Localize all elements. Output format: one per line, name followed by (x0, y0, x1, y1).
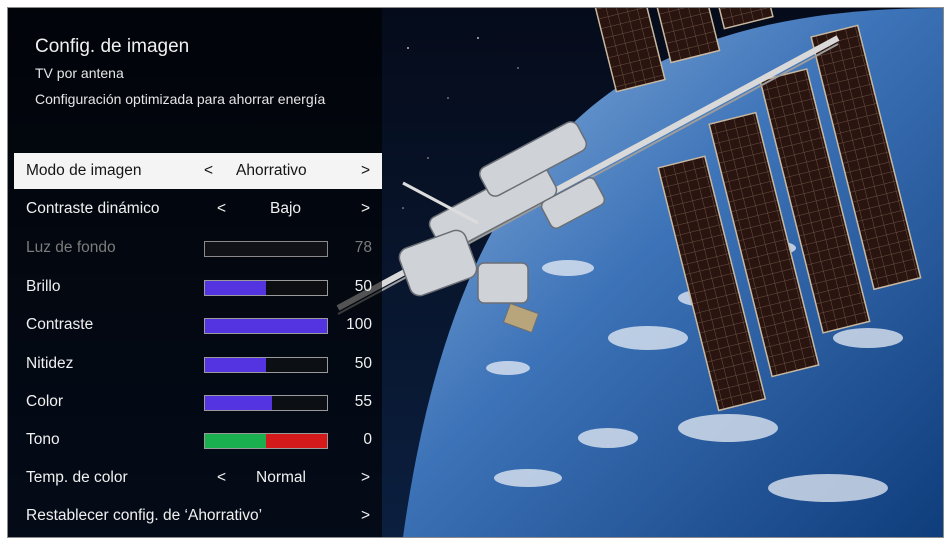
reset-settings-row[interactable]: Restablecer config. de ‘Ahorrativo’ > (14, 498, 382, 534)
color-row[interactable]: Color 55 (14, 384, 382, 420)
sharpness-slider[interactable] (204, 357, 328, 373)
tint-row[interactable]: Tono 0 (14, 422, 382, 458)
reset-settings-label: Restablecer config. de ‘Ahorrativo’ (26, 507, 263, 524)
sharpness-slider-fill (205, 358, 266, 372)
brightness-slider[interactable] (204, 280, 328, 296)
dynamic-contrast-next-arrow[interactable]: > (361, 200, 370, 218)
picture-mode-value: Ahorrativo (236, 162, 307, 179)
backlight-row: Luz de fondo 78 (14, 230, 382, 266)
input-source-label: TV por antena (35, 65, 124, 81)
sharpness-row[interactable]: Nitidez 50 (14, 346, 382, 382)
color-temperature-label: Temp. de color (26, 469, 128, 486)
contrast-slider-fill (205, 319, 327, 333)
color-slider[interactable] (204, 395, 328, 411)
contrast-value: 100 (346, 316, 372, 333)
color-temperature-value: Normal (256, 469, 306, 486)
picture-settings-panel: Config. de imagen TV por antena Configur… (8, 8, 382, 537)
sharpness-value: 50 (354, 355, 372, 372)
color-temperature-next-arrow[interactable]: > (361, 469, 370, 487)
contrast-label: Contraste (26, 316, 94, 333)
reset-settings-arrow[interactable]: > (361, 507, 370, 525)
page-title: Config. de imagen (35, 36, 190, 57)
mode-description: Configuración optimizada para ahorrar en… (35, 91, 326, 107)
backlight-slider (204, 241, 328, 257)
backlight-value: 78 (354, 239, 372, 256)
color-slider-fill (205, 396, 273, 410)
picture-mode-row[interactable]: Modo de imagen < Ahorrativo > (14, 153, 382, 189)
contrast-slider[interactable] (204, 318, 328, 334)
tint-slider-red (266, 434, 327, 448)
brightness-value: 50 (354, 278, 372, 295)
color-value: 55 (354, 393, 372, 410)
dynamic-contrast-label: Contraste dinámico (26, 200, 160, 217)
tint-slider-green (205, 434, 266, 448)
brightness-slider-fill (205, 281, 266, 295)
color-temperature-prev-arrow[interactable]: < (217, 469, 226, 487)
dynamic-contrast-prev-arrow[interactable]: < (217, 200, 226, 218)
dynamic-contrast-value: Bajo (270, 200, 302, 217)
tint-slider[interactable] (204, 433, 328, 449)
tv-screen: Config. de imagen TV por antena Configur… (7, 7, 944, 538)
brightness-label: Brillo (26, 278, 61, 295)
dynamic-contrast-row[interactable]: Contraste dinámico < Bajo > (14, 191, 382, 227)
tint-label: Tono (26, 431, 60, 448)
picture-mode-prev-arrow[interactable]: < (204, 162, 213, 180)
contrast-row[interactable]: Contraste 100 (14, 307, 382, 343)
picture-mode-next-arrow[interactable]: > (361, 162, 370, 180)
tint-value: 0 (363, 431, 372, 448)
color-label: Color (26, 393, 64, 410)
picture-mode-label: Modo de imagen (26, 162, 142, 179)
sharpness-label: Nitidez (26, 355, 74, 372)
brightness-row[interactable]: Brillo 50 (14, 269, 382, 305)
backlight-label: Luz de fondo (26, 239, 116, 256)
color-temperature-row[interactable]: Temp. de color < Normal > (14, 460, 382, 496)
